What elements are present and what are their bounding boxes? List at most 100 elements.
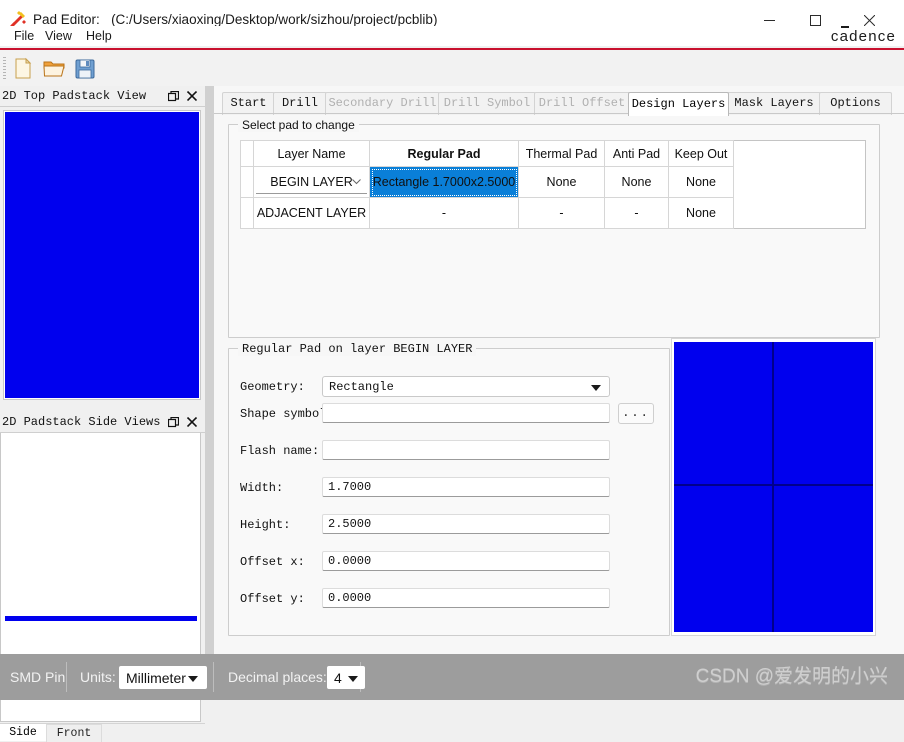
- pad-layers-table[interactable]: Layer Name Regular Pad Thermal Pad Anti …: [240, 140, 866, 229]
- menu-bar: File View Help: [0, 26, 904, 46]
- cell-anti-pad-begin[interactable]: None: [604, 166, 669, 198]
- tab-design-layers[interactable]: Design Layers: [628, 92, 729, 116]
- col-thermal-pad: Thermal Pad: [518, 140, 605, 167]
- offset-x-input[interactable]: [322, 551, 610, 571]
- cell-layer-name-adjacent: ADJACENT LAYER: [253, 197, 370, 229]
- regular-pad-detail-legend: Regular Pad on layer BEGIN LAYER: [238, 342, 477, 356]
- status-divider-1: [66, 662, 67, 692]
- toolbar-grip[interactable]: [3, 57, 6, 79]
- geometry-label: Geometry:: [240, 380, 305, 394]
- cell-trailing-begin: [733, 166, 866, 198]
- col-regular-pad: Regular Pad: [369, 140, 519, 167]
- status-divider-2: [213, 662, 214, 692]
- cell-keep-out-adjacent[interactable]: None: [668, 197, 734, 229]
- row-marker-begin: [240, 166, 254, 198]
- cell-thermal-pad-adjacent[interactable]: -: [518, 197, 605, 229]
- height-label: Height:: [240, 518, 291, 532]
- cell-anti-pad-adjacent[interactable]: -: [604, 197, 669, 229]
- col-layer-name: Layer Name: [253, 140, 370, 167]
- window-title-label: Pad Editor:: [33, 12, 100, 27]
- col-blank-right: [733, 140, 866, 167]
- shape-symbol-input[interactable]: [322, 403, 610, 423]
- side-pad-shape: [5, 616, 197, 621]
- top-padstack-canvas[interactable]: [3, 110, 201, 400]
- side-view-tabs: Side Front: [0, 723, 205, 742]
- tab-mask-layers[interactable]: Mask Layers: [727, 92, 821, 115]
- tab-side[interactable]: Side: [0, 724, 46, 741]
- tab-secondary-drill: Secondary Drill: [325, 92, 440, 115]
- close-panel-button-top-padstack[interactable]: [185, 89, 199, 103]
- pad-layers-table-head: Layer Name Regular Pad Thermal Pad Anti …: [240, 140, 866, 167]
- cell-keep-out-begin[interactable]: None: [668, 166, 734, 198]
- menu-item-file[interactable]: File: [8, 26, 40, 46]
- left-dock: 2D Top Padstack View 2D Padstack Side Vi…: [0, 86, 205, 742]
- table-header-row: Layer Name Regular Pad Thermal Pad Anti …: [240, 140, 866, 167]
- dock-splitter[interactable]: [205, 86, 214, 654]
- cell-regular-pad-adjacent[interactable]: -: [369, 197, 519, 229]
- chevron-down-icon: [352, 177, 361, 187]
- flash-name-input[interactable]: [322, 440, 610, 460]
- decimal-places-label: Decimal places:: [228, 669, 327, 685]
- col-keep-out: Keep Out: [668, 140, 734, 167]
- layer-name-value-begin: BEGIN LAYER: [270, 174, 353, 189]
- tab-start[interactable]: Start: [222, 92, 275, 115]
- tab-drill[interactable]: Drill: [273, 92, 327, 115]
- height-input[interactable]: [322, 514, 610, 534]
- offset-x-label: Offset x:: [240, 555, 305, 569]
- units-combo[interactable]: Millimeter: [119, 666, 207, 689]
- menu-item-view[interactable]: View: [39, 26, 78, 46]
- width-input[interactable]: [322, 477, 610, 497]
- tab-drill-offset: Drill Offset: [534, 92, 630, 115]
- main-panel: Start Drill Secondary Drill Drill Symbol…: [214, 86, 904, 654]
- width-label: Width:: [240, 481, 284, 495]
- preview-crosshair-vertical: [772, 342, 774, 632]
- units-label: Units:: [80, 669, 116, 685]
- main-tab-strip: Start Drill Secondary Drill Drill Symbol…: [214, 92, 904, 116]
- flash-name-label: Flash name:: [240, 444, 320, 458]
- offset-y-label: Offset y:: [240, 592, 305, 606]
- chevron-down-icon: [188, 676, 198, 682]
- pin-type-label: SMD Pin: [10, 669, 66, 685]
- toolbar: [0, 50, 904, 87]
- offset-y-input[interactable]: [322, 588, 610, 608]
- cell-regular-pad-begin[interactable]: Rectangle 1.7000x2.5000: [369, 166, 519, 198]
- csdn-watermark: CSDN @爱发明的小兴: [695, 666, 888, 687]
- pad-preview-panel[interactable]: [671, 338, 876, 636]
- chevron-down-icon: [591, 385, 601, 391]
- tab-front[interactable]: Front: [46, 724, 102, 742]
- cell-layer-name-begin[interactable]: BEGIN LAYER: [253, 166, 370, 198]
- cell-thermal-pad-begin[interactable]: None: [518, 166, 605, 198]
- panel-title-side-views: 2D Padstack Side Views: [2, 415, 161, 429]
- col-blank-left: [240, 140, 254, 167]
- decimal-places-combo[interactable]: 4: [327, 666, 365, 689]
- open-file-button[interactable]: [41, 56, 67, 81]
- shape-symbol-browse-button[interactable]: ...: [618, 403, 654, 424]
- select-pad-group-legend: Select pad to change: [238, 118, 359, 132]
- cadence-logo: cadence: [830, 28, 896, 45]
- panel-title-top-padstack: 2D Top Padstack View: [2, 89, 147, 103]
- save-file-button[interactable]: [72, 56, 98, 81]
- geometry-value: Rectangle: [329, 380, 394, 394]
- tab-options[interactable]: Options: [819, 92, 892, 115]
- units-value: Millimeter: [126, 670, 186, 686]
- float-panel-button-top-padstack[interactable]: [166, 89, 180, 103]
- row-marker-adjacent: [240, 197, 254, 229]
- float-panel-button-side-views[interactable]: [166, 415, 180, 429]
- window-title-path: (C:/Users/xiaoxing/Desktop/work/sizhou/p…: [111, 12, 438, 27]
- decimal-places-value: 4: [334, 670, 342, 686]
- tab-strip-underline: [214, 113, 904, 114]
- panel-body-top-padstack: [0, 107, 205, 412]
- panel-header-side-views: 2D Padstack Side Views: [0, 412, 205, 433]
- col-anti-pad: Anti Pad: [604, 140, 669, 167]
- menu-item-help[interactable]: Help: [80, 26, 118, 46]
- close-panel-button-side-views[interactable]: [185, 415, 199, 429]
- cell-trailing-adjacent: [733, 197, 866, 229]
- table-row[interactable]: BEGIN LAYER Rectangle 1.7000x2.5000 None…: [240, 166, 866, 198]
- preview-crosshair-horizontal: [674, 484, 873, 486]
- new-file-button[interactable]: [10, 56, 36, 81]
- pad-layers-table-body: BEGIN LAYER Rectangle 1.7000x2.5000 None…: [240, 166, 866, 229]
- tab-drill-symbol: Drill Symbol: [438, 92, 536, 115]
- top-pad-shape: [5, 112, 199, 398]
- geometry-combo[interactable]: Rectangle: [322, 376, 610, 397]
- table-row[interactable]: ADJACENT LAYER - - - None: [240, 197, 866, 229]
